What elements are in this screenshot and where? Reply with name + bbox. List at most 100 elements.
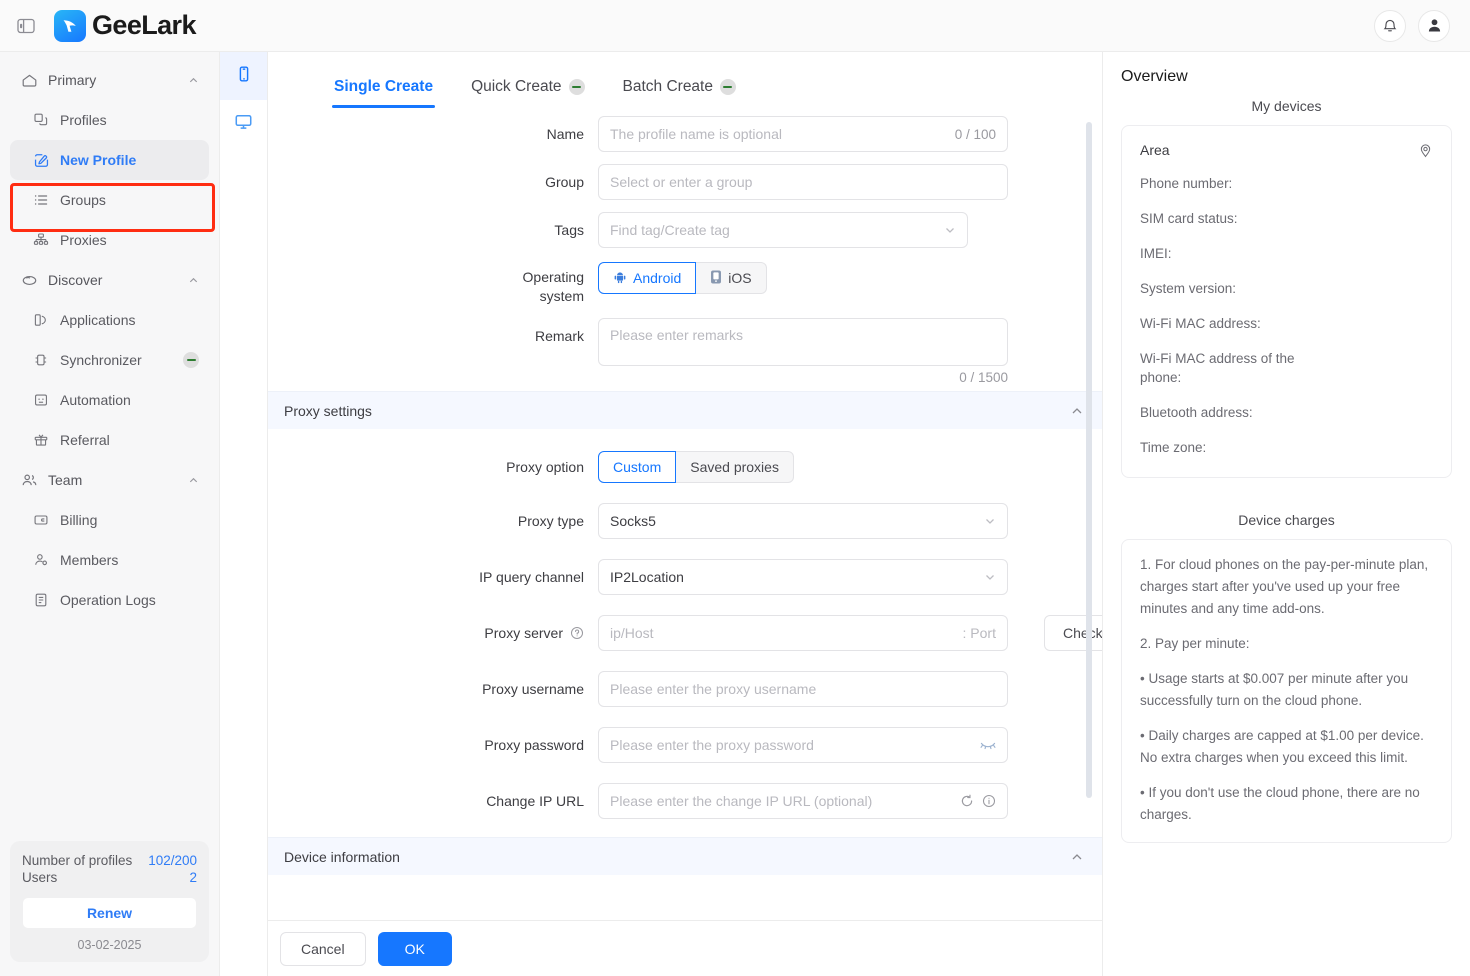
log-icon — [32, 591, 50, 609]
bell-icon[interactable] — [1374, 9, 1406, 42]
phone-icon — [235, 65, 253, 88]
device-information-title: Device information — [284, 848, 400, 865]
proxy-option-label: Proxy option — [506, 459, 584, 475]
ip-query-channel-select[interactable]: IP2Location — [598, 559, 1008, 595]
name-input[interactable]: The profile name is optional 0 / 100 — [598, 116, 1008, 152]
os-segmented-control: Android iOS — [598, 262, 767, 294]
my-devices-title: My devices — [1251, 98, 1322, 114]
question-circle-icon[interactable] — [570, 626, 584, 640]
refresh-icon[interactable] — [960, 794, 974, 808]
rail-item-phone[interactable] — [220, 52, 267, 100]
sidebar-toggle-icon[interactable] — [14, 14, 38, 38]
chevron-up-icon[interactable] — [1070, 404, 1084, 418]
sidebar-item-applications[interactable]: Applications — [10, 300, 209, 340]
tab-batch-create[interactable]: Batch Create — [621, 78, 738, 108]
chevron-up-icon[interactable] — [1070, 850, 1084, 864]
os-option-android[interactable]: Android — [598, 262, 697, 294]
charges-paragraph: • Daily charges are capped at $1.00 per … — [1140, 728, 1424, 765]
proxy-password-input[interactable]: Please enter the proxy password — [598, 727, 1008, 763]
proxy-username-input[interactable]: Please enter the proxy username — [598, 671, 1008, 707]
proxy-server-host-placeholder: ip/Host — [610, 625, 654, 641]
tags-select[interactable]: Find tag/Create tag — [598, 212, 968, 248]
proxy-username-label: Proxy username — [482, 681, 584, 697]
ip-query-channel-value: IP2Location — [610, 569, 684, 585]
sidebar-item-label: Profiles — [60, 112, 107, 128]
form-scrollbar-thumb[interactable] — [1086, 122, 1092, 798]
card-icon — [32, 511, 50, 529]
form-row-name: Name The profile name is optional 0 / 10… — [268, 116, 1102, 152]
brand-logo[interactable]: GeeLark — [54, 9, 196, 42]
form-row-group: Group Select or enter a group — [268, 164, 1102, 200]
sidebar-group-discover[interactable]: Discover — [10, 260, 209, 300]
user-avatar-icon[interactable] — [1418, 9, 1450, 42]
form-scrollbar-track[interactable] — [1086, 114, 1092, 914]
proxy-option-saved[interactable]: Saved proxies — [676, 451, 794, 483]
proxy-option-label-text: Custom — [613, 459, 662, 475]
sidebar-item-synchronizer[interactable]: Synchronizer — [10, 340, 209, 380]
sidebar-item-referral[interactable]: Referral — [10, 420, 209, 460]
device-info-card: Area Phone number: SIM card status: IMEI… — [1121, 125, 1452, 478]
renew-button[interactable]: Renew — [22, 897, 197, 929]
sidebar-group-primary[interactable]: Primary — [10, 60, 209, 100]
group-input[interactable]: Select or enter a group — [598, 164, 1008, 200]
sidebar-item-label: Members — [60, 552, 119, 568]
apps-icon — [32, 311, 50, 329]
broken-image-icon — [719, 79, 736, 95]
change-ip-url-placeholder: Please enter the change IP URL (optional… — [610, 793, 873, 809]
sidebar-item-label: Automation — [60, 392, 131, 408]
geelark-logo-icon — [54, 9, 86, 42]
edit-square-icon — [32, 151, 50, 169]
proxy-option-custom[interactable]: Custom — [598, 451, 677, 483]
plan-card: Number of profiles 102/200 Users 2 Renew… — [10, 841, 209, 962]
automation-icon — [32, 391, 50, 409]
remark-label: Remark — [534, 328, 584, 344]
app-body: Primary Profiles New Profile Groups Prox… — [0, 52, 1470, 976]
sidebar-item-new-profile[interactable]: New Profile — [10, 140, 209, 180]
network-icon — [32, 231, 50, 249]
tab-label: Quick Create — [471, 78, 562, 95]
remark-textarea[interactable]: Please enter remarks — [598, 318, 1008, 366]
sync-icon — [32, 351, 50, 369]
android-icon — [613, 270, 627, 287]
sidebar-item-label: Applications — [60, 312, 136, 328]
check-proxy-button[interactable]: Check proxy — [1044, 615, 1102, 651]
sidebar-item-members[interactable]: Members — [10, 540, 209, 580]
name-label: Name — [546, 126, 584, 142]
name-counter: 0 / 100 — [954, 126, 996, 142]
tab-label: Batch Create — [622, 78, 713, 95]
eye-closed-icon[interactable] — [980, 739, 996, 751]
sidebar-item-operation-logs[interactable]: Operation Logs — [10, 580, 209, 620]
proxy-type-select[interactable]: Socks5 — [598, 503, 1008, 539]
location-pin-icon[interactable] — [1418, 143, 1433, 158]
main-content: Single Create Quick Create Batch Create … — [268, 52, 1102, 976]
proxy-option-segmented-control: Custom Saved proxies — [598, 451, 794, 483]
group-input-placeholder: Select or enter a group — [610, 174, 753, 190]
device-information-section-header[interactable]: Device information — [268, 837, 1102, 875]
chevron-down-icon — [944, 224, 956, 236]
sidebar-item-proxies[interactable]: Proxies — [10, 220, 209, 260]
plan-expiry-date: 03-02-2025 — [77, 938, 142, 952]
ok-button[interactable]: OK — [377, 931, 452, 966]
change-ip-url-input[interactable]: Please enter the change IP URL (optional… — [598, 783, 1008, 819]
overview-field: Phone number: — [1140, 176, 1233, 191]
sidebar-group-team[interactable]: Team — [10, 460, 209, 500]
info-circle-icon[interactable] — [982, 794, 996, 808]
profiles-count-value: 102/200 — [148, 853, 197, 868]
cancel-button[interactable]: Cancel — [280, 931, 366, 966]
sidebar-item-automation[interactable]: Automation — [10, 380, 209, 420]
proxy-server-host-input[interactable]: ip/Host : Port — [598, 615, 1008, 651]
rail-item-monitor[interactable] — [220, 100, 267, 148]
sidebar-item-groups[interactable]: Groups — [10, 180, 209, 220]
broken-image-icon — [183, 352, 199, 368]
sidebar-item-profiles[interactable]: Profiles — [10, 100, 209, 140]
tab-single-create[interactable]: Single Create — [332, 78, 436, 108]
os-option-ios[interactable]: iOS — [696, 262, 767, 294]
form-row-change-ip-url: Change IP URL Please enter the change IP… — [268, 783, 1102, 819]
sidebar-item-billing[interactable]: Billing — [10, 500, 209, 540]
apple-device-icon — [710, 269, 722, 287]
tab-quick-create[interactable]: Quick Create — [469, 78, 586, 108]
charges-paragraph: 1. For cloud phones on the pay-per-minut… — [1140, 557, 1429, 616]
form-row-tags: Tags Find tag/Create tag — [268, 212, 1102, 248]
app-root: GeeLark Primary Profiles New Profile Gro… — [0, 0, 1470, 976]
proxy-settings-section-header[interactable]: Proxy settings — [268, 391, 1102, 429]
